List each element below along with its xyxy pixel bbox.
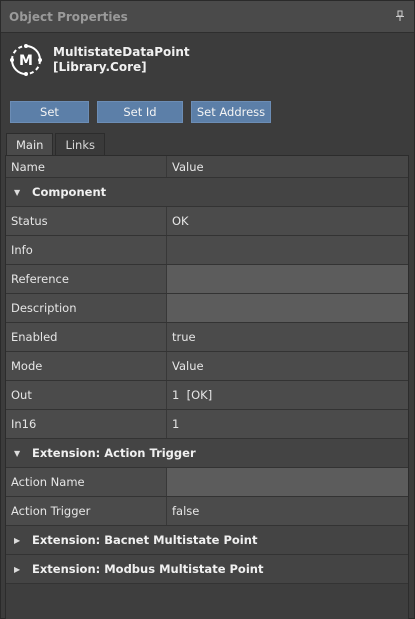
- property-row-action-name[interactable]: Action Name: [6, 468, 408, 497]
- property-name: Description: [6, 294, 167, 322]
- tab-main[interactable]: Main: [6, 133, 54, 155]
- object-name: MultistateDataPoint [Library.Core]: [53, 45, 190, 75]
- pin-icon[interactable]: [394, 10, 406, 24]
- property-value[interactable]: 1 [OK]: [167, 381, 408, 409]
- property-row-enabled[interactable]: Enabled true: [6, 323, 408, 352]
- property-name: Info: [6, 236, 167, 264]
- set-address-button[interactable]: Set Address: [191, 101, 271, 123]
- property-value[interactable]: true: [167, 323, 408, 351]
- property-name: Out: [6, 381, 167, 409]
- property-row-reference[interactable]: Reference: [6, 265, 408, 294]
- section-label: Component: [32, 185, 107, 199]
- set-button[interactable]: Set: [10, 101, 89, 123]
- logo-letter: M: [19, 53, 33, 69]
- tab-links[interactable]: Links: [55, 133, 105, 155]
- property-row-description[interactable]: Description: [6, 294, 408, 323]
- object-type-name: MultistateDataPoint: [53, 45, 190, 59]
- tab-bar: Main Links: [6, 133, 107, 155]
- property-value[interactable]: [167, 236, 408, 264]
- property-value[interactable]: OK: [167, 207, 408, 235]
- set-id-button[interactable]: Set Id: [97, 101, 183, 123]
- section-modbus[interactable]: ▶ Extension: Modbus Multistate Point: [6, 555, 408, 584]
- property-value[interactable]: [167, 265, 408, 293]
- property-name: Mode: [6, 352, 167, 380]
- section-bacnet[interactable]: ▶ Extension: Bacnet Multistate Point: [6, 526, 408, 555]
- property-row-out[interactable]: Out 1 [OK]: [6, 381, 408, 410]
- property-row-in16[interactable]: In16 1: [6, 410, 408, 439]
- caret-right-icon: ▶: [14, 564, 21, 574]
- property-value[interactable]: false: [167, 497, 408, 525]
- multistate-logo-icon: M: [9, 43, 43, 77]
- column-header-value[interactable]: Value: [167, 156, 408, 177]
- panel-title: Object Properties: [9, 9, 128, 24]
- object-properties-panel: Object Properties M MultistateDataPoint …: [0, 0, 415, 619]
- property-value[interactable]: 1: [167, 410, 408, 438]
- column-header-name[interactable]: Name: [6, 156, 167, 177]
- property-name: Enabled: [6, 323, 167, 351]
- property-name: Action Name: [6, 468, 167, 496]
- section-label: Extension: Bacnet Multistate Point: [32, 533, 258, 547]
- property-value[interactable]: Value: [167, 352, 408, 380]
- property-row-status[interactable]: Status OK: [6, 207, 408, 236]
- property-row-mode[interactable]: Mode Value: [6, 352, 408, 381]
- grid-header-row: Name Value: [6, 156, 408, 178]
- section-action-trigger[interactable]: ▼ Extension: Action Trigger: [6, 439, 408, 468]
- action-buttons: Set Set Id Set Address: [10, 101, 271, 123]
- section-component[interactable]: ▼ Component: [6, 178, 408, 207]
- section-label: Extension: Modbus Multistate Point: [32, 562, 264, 576]
- property-name: Action Trigger: [6, 497, 167, 525]
- property-name: In16: [6, 410, 167, 438]
- property-value[interactable]: [167, 294, 408, 322]
- panel-titlebar: Object Properties: [1, 1, 414, 33]
- property-row-action-trigger[interactable]: Action Trigger false: [6, 497, 408, 526]
- property-value[interactable]: [167, 468, 408, 496]
- section-label: Extension: Action Trigger: [32, 446, 196, 460]
- object-header: M MultistateDataPoint [Library.Core]: [5, 35, 410, 85]
- caret-down-icon: ▼: [14, 187, 21, 197]
- property-grid: Name Value ▼ Component Status OK Info Re…: [5, 155, 409, 619]
- caret-down-icon: ▼: [14, 448, 21, 458]
- property-name: Status: [6, 207, 167, 235]
- object-library-name: [Library.Core]: [53, 60, 147, 74]
- property-name: Reference: [6, 265, 167, 293]
- property-row-info[interactable]: Info: [6, 236, 408, 265]
- caret-right-icon: ▶: [14, 535, 21, 545]
